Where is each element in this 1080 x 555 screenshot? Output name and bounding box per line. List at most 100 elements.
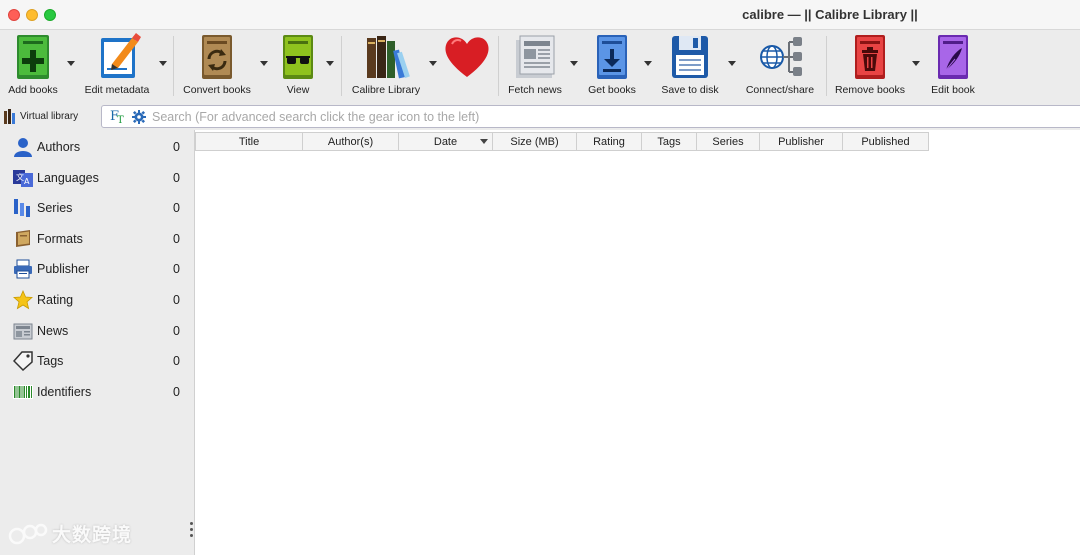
language-icon: 文 A [13, 170, 33, 187]
svg-text:文: 文 [16, 172, 24, 182]
tag-browser-item-count: 0 [173, 385, 180, 399]
remove-books-dropdown[interactable] [911, 60, 921, 68]
minimize-window-button[interactable] [26, 9, 38, 21]
watermark-text: 大数跨境 [52, 525, 133, 546]
donate-button[interactable] [442, 32, 492, 98]
watermark-logo-icon [8, 523, 48, 544]
tag-browser-item-count: 0 [173, 232, 180, 246]
svg-text:A: A [24, 177, 30, 186]
get-books-label: Get books [588, 84, 636, 96]
connect-share-button[interactable]: Connect/share [742, 32, 818, 98]
zoom-window-button[interactable] [44, 9, 56, 21]
add-books-button[interactable]: Add books [4, 32, 62, 98]
column-header-published[interactable]: Published [843, 132, 929, 151]
convert-books-icon [202, 35, 232, 79]
gear-icon[interactable] [132, 109, 146, 124]
get-books-dropdown[interactable] [643, 60, 653, 68]
remove-books-label: Remove books [834, 84, 906, 96]
remove-books-button[interactable]: Remove books [832, 32, 908, 98]
edit-metadata-button[interactable]: Edit metadata [80, 32, 154, 98]
tag-browser-item-label: Identifiers [37, 385, 92, 399]
column-header-publisher[interactable]: Publisher [760, 132, 843, 151]
add-books-icon [17, 35, 49, 79]
tag-browser-item-label: Languages [37, 171, 99, 185]
main-toolbar: Add books Edit metadata Convert books Vi… [0, 30, 1080, 102]
column-header-authors[interactable]: Author(s) [303, 132, 399, 151]
toolbar-separator [173, 36, 174, 96]
convert-books-label: Convert books [183, 84, 251, 96]
tag-browser-item-count: 0 [173, 201, 180, 215]
tag-browser: Authors 0 文 A Languages 0 Series 0 Forma… [0, 130, 191, 555]
edit-metadata-dropdown[interactable] [158, 60, 168, 68]
tag-browser-item-label: Rating [37, 293, 74, 307]
book-format-icon [16, 230, 30, 247]
search-bar-row: Virtual library FT [0, 102, 1080, 130]
search-box: FT [101, 105, 1080, 128]
tag-browser-item-authors[interactable]: Authors 0 [0, 132, 191, 162]
calibre-library-button[interactable]: Calibre Library [348, 32, 424, 98]
tag-browser-item-label: Formats [37, 232, 83, 246]
tag-browser-item-series[interactable]: Series 0 [0, 193, 191, 223]
tag-browser-item-label: Series [37, 201, 73, 215]
get-books-button[interactable]: Get books [584, 32, 640, 98]
fetch-news-label: Fetch news [508, 84, 562, 96]
virtual-library-button[interactable]: Virtual library [4, 107, 78, 125]
column-header-title[interactable]: Title [195, 132, 303, 151]
tag-browser-item-formats[interactable]: Formats 0 [0, 224, 191, 254]
fetch-news-button[interactable]: Fetch news [504, 32, 566, 98]
tag-browser-item-identifiers[interactable]: Identifiers 0 [0, 377, 191, 407]
calibre-library-dropdown[interactable] [428, 60, 438, 68]
tag-browser-item-count: 0 [173, 324, 180, 338]
newspaper-icon [516, 35, 555, 78]
tag-browser-item-rating[interactable]: Rating 0 [0, 285, 191, 315]
tag-browser-item-count: 0 [173, 262, 180, 276]
tag-browser-item-news[interactable]: News 0 [0, 316, 191, 346]
column-header-tags[interactable]: Tags [642, 132, 697, 151]
floppy-disk-icon [672, 36, 708, 78]
tag-browser-item-label: Tags [37, 354, 64, 368]
column-header-size[interactable]: Size (MB) [493, 132, 577, 151]
column-header-rating[interactable]: Rating [577, 132, 642, 151]
view-dropdown[interactable] [325, 60, 335, 68]
calibre-library-label: Calibre Library [351, 84, 421, 96]
virtual-library-label: Virtual library [20, 110, 79, 122]
book-list[interactable]: Title Author(s) Date Size (MB) Rating Ta… [194, 130, 1080, 555]
book-list-header: Title Author(s) Date Size (MB) Rating Ta… [195, 132, 929, 151]
close-window-button[interactable] [8, 9, 20, 21]
toolbar-separator [826, 36, 827, 96]
tag-browser-item-label: Publisher [37, 262, 90, 276]
view-button[interactable]: View [276, 32, 320, 98]
heart-icon [445, 37, 489, 77]
trash-book-icon [855, 35, 885, 79]
save-to-disk-label: Save to disk [661, 84, 719, 96]
virtual-library-icon [4, 108, 15, 124]
tag-browser-item-count: 0 [173, 140, 180, 154]
fetch-news-dropdown[interactable] [569, 60, 579, 68]
person-icon [14, 138, 32, 157]
barcode-icon [13, 385, 33, 399]
sort-descending-icon [480, 139, 488, 144]
tag-browser-item-languages[interactable]: 文 A Languages 0 [0, 163, 191, 193]
column-header-series[interactable]: Series [697, 132, 760, 151]
series-icon [14, 199, 30, 217]
save-to-disk-dropdown[interactable] [727, 60, 737, 68]
library-books-icon [367, 36, 410, 79]
tag-browser-item-publisher[interactable]: Publisher 0 [0, 254, 191, 284]
tag-browser-item-label: Authors [37, 140, 81, 154]
title-bar: calibre — || Calibre Library || [0, 0, 1080, 30]
tag-browser-item-count: 0 [173, 293, 180, 307]
column-header-date[interactable]: Date [399, 132, 493, 151]
add-books-dropdown[interactable] [66, 60, 76, 68]
connect-share-label: Connect/share [745, 84, 815, 96]
edit-book-button[interactable]: Edit book [926, 32, 980, 98]
quill-book-icon [938, 35, 968, 79]
tag-browser-item-count: 0 [173, 354, 180, 368]
save-to-disk-button[interactable]: Save to disk [658, 32, 722, 98]
view-label: View [286, 84, 310, 96]
convert-books-button[interactable]: Convert books [180, 32, 254, 98]
tag-browser-item-label: News [37, 324, 69, 338]
search-input[interactable] [152, 106, 1080, 127]
tag-browser-item-tags[interactable]: Tags 0 [0, 346, 191, 376]
full-text-search-icon[interactable]: FT [110, 109, 126, 126]
convert-books-dropdown[interactable] [259, 60, 269, 68]
